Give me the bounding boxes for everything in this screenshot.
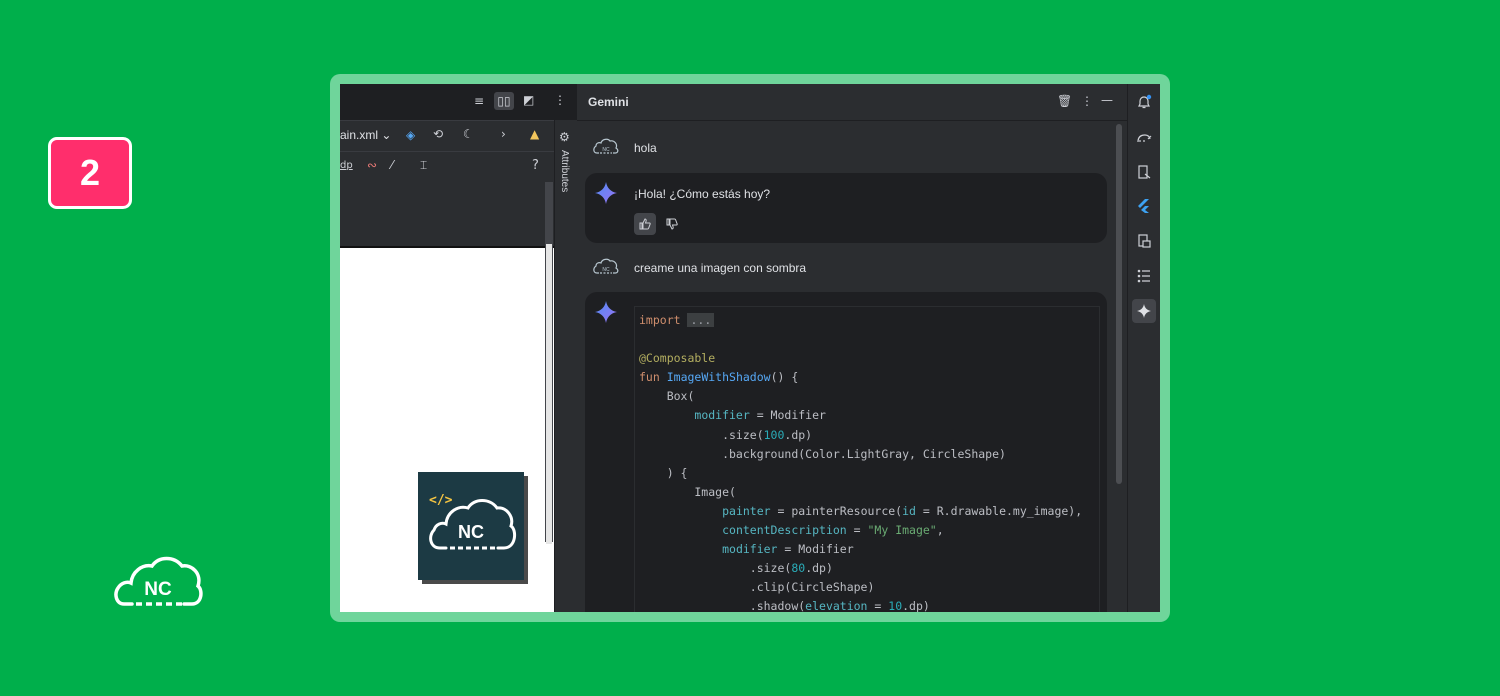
gradle-button[interactable] <box>1133 127 1155 149</box>
gemini-sparkle-icon <box>1137 304 1151 318</box>
user-avatar: NC <box>593 138 619 154</box>
thumbs-up-button[interactable] <box>634 213 656 235</box>
more-options-icon[interactable]: ⋮ <box>554 93 566 107</box>
layout-file-selector[interactable]: ain.xml ⌄ <box>340 128 391 142</box>
attributes-tab[interactable]: ⚙ Attributes <box>554 120 577 612</box>
canvas-scrollbar-thumb[interactable] <box>546 244 552 544</box>
assistant-message-text: ¡Hola! ¿Cómo estás hoy? <box>634 187 771 201</box>
code-line: .background(Color.LightGray, CircleShape… <box>639 446 1006 461</box>
gemini-title: Gemini <box>588 95 629 109</box>
code-line: @Composable <box>639 351 716 366</box>
svg-text:NC: NC <box>602 267 610 273</box>
screenshot-frame: ≡ ▯▯ ◩ ⋮ ain.xml ⌄ ◈ ⟲ ☾ › ▲ dp ∾ ⁄ ⌶ ? <box>330 74 1170 622</box>
user-message: NC hola <box>585 132 1105 172</box>
device-manager-icon <box>1138 165 1151 179</box>
gemini-panel: Gemini 🗑 ⋮ — NC hola ¡Hola! ¿Cómo estás <box>577 84 1127 612</box>
gemini-header: Gemini 🗑 ⋮ — <box>577 84 1127 121</box>
guidelines-icon[interactable]: ⌶ <box>420 158 427 173</box>
orientation-icon[interactable]: ⟲ <box>433 127 443 141</box>
designer-topbar: ≡ ▯▯ ◩ ⋮ <box>340 84 577 120</box>
nc-cloud-logo: </> NC <box>429 493 517 550</box>
design-view-icon[interactable]: ◩ <box>523 93 534 107</box>
constraint-icon[interactable]: ∾ <box>367 158 377 172</box>
right-tool-strip <box>1127 84 1160 612</box>
layers-icon[interactable]: ◈ <box>406 128 415 142</box>
flutter-icon <box>1138 199 1149 213</box>
code-line: modifier = Modifier <box>722 542 854 557</box>
gemini-tool-button[interactable] <box>1132 299 1156 323</box>
running-devices-button[interactable] <box>1133 230 1155 252</box>
more-vert-icon[interactable]: ⋮ <box>1081 94 1093 108</box>
code-line: fun ImageWithShadow() { <box>639 370 799 385</box>
code-line: .size(100.dp) <box>639 427 813 442</box>
gemini-sparkle-icon <box>595 301 617 323</box>
brand-logo-text: NC <box>144 579 172 600</box>
user-avatar: NC <box>593 258 619 274</box>
code-line: contentDescription = "My Image", <box>722 523 944 538</box>
running-devices-icon <box>1138 234 1151 248</box>
code-line: Image( <box>639 484 736 499</box>
code-line: modifier = Modifier <box>694 408 826 423</box>
help-icon[interactable]: ? <box>532 158 539 173</box>
thumbs-down-icon <box>666 218 678 230</box>
gradle-elephant-icon <box>1137 134 1152 143</box>
trash-icon[interactable]: 🗑 <box>1057 94 1072 108</box>
user-message-text: hola <box>634 141 657 155</box>
brand-logo: NC <box>114 556 203 606</box>
user-message-text: creame una imagen con sombra <box>634 261 807 275</box>
thumbs-up-icon <box>639 218 651 230</box>
notifications-button[interactable] <box>1133 91 1155 113</box>
code-line: .size(80.dp) <box>639 561 833 576</box>
sliders-icon: ⚙ <box>559 130 570 144</box>
code-line: ) { <box>639 465 688 480</box>
ide-window: ≡ ▯▯ ◩ ⋮ ain.xml ⌄ ◈ ⟲ ☾ › ▲ dp ∾ ⁄ ⌶ ? <box>340 84 1160 612</box>
image-preview[interactable]: </> NC <box>418 472 524 580</box>
warning-icon[interactable]: ▲ <box>530 127 539 141</box>
code-line: .clip(CircleShape) <box>639 580 875 595</box>
code-line: import ... <box>639 311 1099 330</box>
thumbs-down-button[interactable] <box>661 213 683 235</box>
split-view-icon[interactable]: ▯▯ <box>494 92 514 110</box>
flutter-button[interactable] <box>1133 195 1155 217</box>
bell-icon <box>1138 94 1152 109</box>
designer-toolbar-1: ain.xml ⌄ ◈ ⟲ ☾ › ▲ <box>340 120 577 151</box>
code-line: Box( <box>639 389 695 404</box>
code-line: painter = painterResource(id = R.drawabl… <box>722 503 1083 518</box>
device-manager-button[interactable] <box>1133 161 1155 183</box>
svg-text:NC: NC <box>602 147 610 153</box>
user-message: NC creame una imagen con sombra <box>585 252 1105 292</box>
layout-designer-panel: ≡ ▯▯ ◩ ⋮ ain.xml ⌄ ◈ ⟲ ☾ › ▲ dp ∾ ⁄ ⌶ ? <box>340 84 578 612</box>
assistant-code-message: import ... @Composable fun ImageWithShado… <box>585 292 1107 612</box>
structure-button[interactable] <box>1133 265 1155 287</box>
step-badge: 2 <box>48 137 132 209</box>
magic-wand-icon[interactable]: ⁄ <box>391 158 393 172</box>
gemini-sparkle-icon <box>595 182 617 204</box>
minimize-icon[interactable]: — <box>1101 93 1113 107</box>
dp-label[interactable]: dp <box>340 160 353 171</box>
code-line: .shadow(elevation = 10.dp) <box>639 599 930 612</box>
svg-text:</>: </> <box>429 493 453 508</box>
chevron-right-icon[interactable]: › <box>501 127 506 141</box>
attributes-label: Attributes <box>559 150 570 193</box>
code-view-icon[interactable]: ≡ <box>474 94 484 108</box>
assistant-message: ¡Hola! ¿Cómo estás hoy? <box>585 173 1107 243</box>
code-block[interactable]: import ... @Composable fun ImageWithShado… <box>634 306 1100 612</box>
list-icon <box>1137 269 1150 283</box>
gemini-scrollbar[interactable] <box>1116 124 1122 484</box>
designer-toolbar-2: dp ∾ ⁄ ⌶ ? <box>340 151 577 182</box>
svg-text:NC: NC <box>458 522 484 542</box>
night-mode-icon[interactable]: ☾ <box>463 127 474 141</box>
